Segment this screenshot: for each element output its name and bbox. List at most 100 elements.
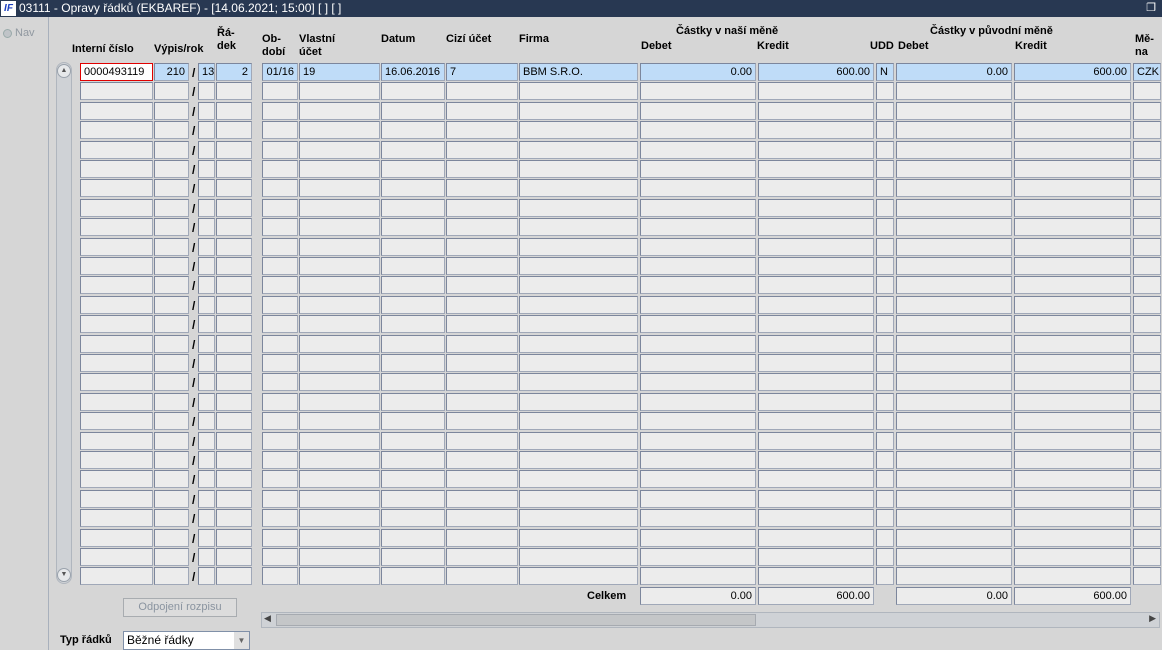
cell-debet2[interactable] [896,393,1012,411]
cell-kredit[interactable] [758,315,874,333]
cell-radek[interactable] [216,82,252,100]
cell-vlastni[interactable] [299,82,380,100]
nav-radio[interactable]: Nav [3,27,35,39]
cell-interni[interactable] [80,335,153,353]
cell-datum[interactable] [381,451,445,469]
cell-radek[interactable] [216,509,252,527]
cell-cizi[interactable] [446,567,518,585]
cell-kredit2[interactable] [1014,567,1131,585]
cell-debet2[interactable] [896,276,1012,294]
cell-obdobi[interactable] [262,199,298,217]
cell-vypis[interactable] [154,102,189,120]
cell-rok[interactable] [198,490,215,508]
cell-interni[interactable] [80,296,153,314]
cell-datum[interactable] [381,179,445,197]
cell-rok[interactable] [198,393,215,411]
cell-debet[interactable] [640,257,756,275]
cell-debet2[interactable] [896,296,1012,314]
cell-mena[interactable] [1133,296,1161,314]
cell-vypis[interactable] [154,412,189,430]
cell-radek[interactable] [216,296,252,314]
cell-kredit[interactable] [758,451,874,469]
cell-udd[interactable] [876,490,894,508]
cell-interni[interactable] [80,509,153,527]
cell-radek[interactable]: 2 [216,63,252,81]
cell-radek[interactable] [216,393,252,411]
cell-radek[interactable] [216,529,252,547]
cell-kredit2[interactable] [1014,529,1131,547]
cell-debet[interactable] [640,548,756,566]
cell-mena[interactable] [1133,179,1161,197]
cell-rok[interactable]: 13 [198,63,215,81]
cell-debet[interactable] [640,393,756,411]
cell-debet[interactable]: 0.00 [640,63,756,81]
cell-udd[interactable] [876,548,894,566]
cell-vypis[interactable] [154,335,189,353]
cell-firma[interactable] [519,121,638,139]
cell-cizi[interactable] [446,296,518,314]
cell-vypis[interactable]: 210 [154,63,189,81]
cell-datum[interactable] [381,160,445,178]
cell-vypis[interactable] [154,567,189,585]
cell-udd[interactable] [876,393,894,411]
cell-interni[interactable] [80,82,153,100]
cell-datum[interactable] [381,141,445,159]
cell-kredit[interactable] [758,393,874,411]
cell-obdobi[interactable] [262,412,298,430]
cell-firma[interactable] [519,432,638,450]
cell-radek[interactable] [216,412,252,430]
cell-udd[interactable] [876,335,894,353]
cell-mena[interactable] [1133,451,1161,469]
cell-rok[interactable] [198,160,215,178]
cell-interni[interactable] [80,257,153,275]
cell-rok[interactable] [198,548,215,566]
cell-kredit[interactable] [758,548,874,566]
cell-obdobi[interactable] [262,296,298,314]
cell-datum[interactable] [381,218,445,236]
cell-radek[interactable] [216,567,252,585]
cell-interni[interactable] [80,315,153,333]
cell-kredit2[interactable] [1014,315,1131,333]
cell-vypis[interactable] [154,218,189,236]
cell-firma[interactable] [519,199,638,217]
cell-kredit2[interactable] [1014,393,1131,411]
cell-debet[interactable] [640,373,756,391]
cell-rok[interactable] [198,121,215,139]
cell-firma[interactable] [519,315,638,333]
cell-cizi[interactable] [446,160,518,178]
cell-obdobi[interactable] [262,548,298,566]
cell-datum[interactable] [381,373,445,391]
cell-debet[interactable] [640,179,756,197]
scroll-right-icon[interactable]: ▶ [1149,613,1156,624]
cell-rok[interactable] [198,354,215,372]
cell-debet2[interactable] [896,548,1012,566]
cell-obdobi[interactable] [262,82,298,100]
cell-kredit2[interactable] [1014,451,1131,469]
cell-vlastni[interactable] [299,315,380,333]
cell-mena[interactable] [1133,141,1161,159]
cell-kredit[interactable] [758,412,874,430]
cell-debet[interactable] [640,238,756,256]
cell-vypis[interactable] [154,451,189,469]
cell-cizi[interactable] [446,393,518,411]
chevron-down-icon[interactable]: ▼ [234,632,249,649]
cell-vypis[interactable] [154,393,189,411]
cell-interni[interactable] [80,160,153,178]
cell-cizi[interactable] [446,548,518,566]
cell-debet2[interactable] [896,567,1012,585]
cell-obdobi[interactable] [262,238,298,256]
cell-udd[interactable] [876,529,894,547]
cell-radek[interactable] [216,432,252,450]
cell-kredit2[interactable] [1014,102,1131,120]
cell-obdobi[interactable] [262,102,298,120]
vertical-scrollbar[interactable]: ▲ ▼ [56,62,72,584]
cell-vlastni[interactable] [299,296,380,314]
cell-mena[interactable] [1133,102,1161,120]
cell-debet2[interactable] [896,470,1012,488]
cell-cizi[interactable] [446,373,518,391]
cell-obdobi[interactable] [262,276,298,294]
cell-firma[interactable] [519,490,638,508]
cell-radek[interactable] [216,218,252,236]
cell-udd[interactable]: N [876,63,894,81]
cell-interni[interactable] [80,412,153,430]
